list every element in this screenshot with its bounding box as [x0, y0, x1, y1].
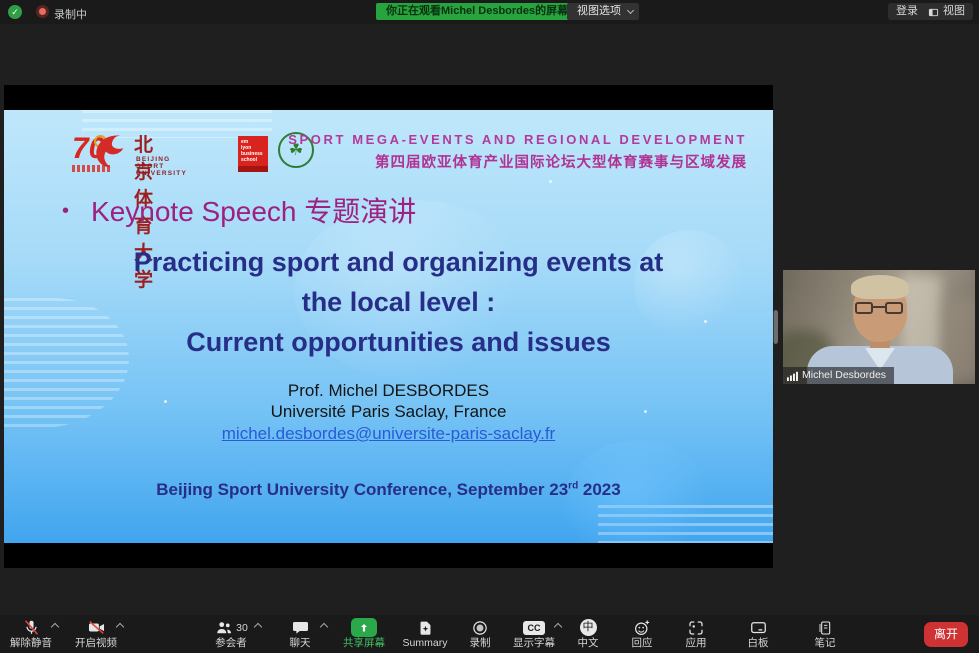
notes-icon [817, 619, 833, 637]
video-options-chevron[interactable] [116, 623, 124, 631]
chat-options-chevron[interactable] [320, 623, 328, 631]
participants-button[interactable]: 30 参会者 [200, 618, 262, 652]
participant-name: Michel Desbordes [802, 367, 886, 384]
presenter-block: Prof. Michel DESBORDES Université Paris … [4, 380, 773, 445]
view-options-label: 视图选项 [577, 5, 621, 17]
participant-count: 30 [236, 622, 248, 634]
reactions-button[interactable]: 回应 [614, 618, 670, 652]
presenter-affiliation: Université Paris Saclay, France [4, 401, 773, 422]
presenter-name: Prof. Michel DESBORDES [4, 380, 773, 401]
conference-title-en: SPORT MEGA-EVENTS AND REGIONAL DEVELOPME… [288, 132, 747, 147]
shared-screen-area: 70 北京体育大学 BEIJING SPORT UNIVERSITY em ly… [4, 85, 773, 568]
reaction-smiley-icon [633, 619, 651, 637]
login-button[interactable]: 登录 [888, 3, 926, 20]
view-button-label: 视图 [943, 5, 965, 17]
participants-options-chevron[interactable] [254, 623, 262, 631]
microphone-muted-icon [22, 618, 41, 637]
record-icon [471, 619, 489, 637]
unmute-button[interactable]: 解除静音 [3, 618, 59, 652]
notes-button[interactable]: 笔记 [797, 618, 853, 652]
top-bar: ✓ 录制中 你正在观看Michel Desbordes的屏幕 视图选项 登录 视… [0, 0, 979, 24]
watching-banner: 你正在观看Michel Desbordes的屏幕 [376, 3, 578, 20]
bsu-english-name: BEIJING SPORT UNIVERSITY [136, 156, 187, 177]
summary-doc-icon [417, 619, 434, 637]
apps-button[interactable]: 应用 [668, 618, 724, 652]
slide-footer: Beijing Sport University Conference, Sep… [4, 480, 773, 500]
bullet-icon: • [62, 200, 69, 223]
whiteboard-button[interactable]: 白板 [730, 618, 786, 652]
keynote-heading: • Keynote Speech 专题演讲 [62, 190, 416, 230]
speaker-video-tile[interactable]: Michel Desbordes [783, 270, 975, 384]
chevron-down-icon [627, 7, 634, 14]
meeting-toolbar: 解除静音 开启视频 30 参会者 [0, 615, 979, 653]
bsu-swirl-logo [90, 130, 128, 170]
camera-off-icon [86, 618, 107, 637]
presenter-email-link[interactable]: michel.desbordes@universite-paris-saclay… [4, 422, 773, 445]
conference-title-cn: 第四届欧亚体育产业国际论坛大型体育赛事与区域发展 [288, 151, 747, 172]
start-video-button[interactable]: 开启视频 [68, 618, 124, 652]
whiteboard-icon [749, 619, 768, 637]
layout-view-icon [928, 7, 939, 18]
view-button[interactable]: 视图 [923, 3, 973, 20]
apps-icon [687, 619, 705, 637]
presentation-slide: 70 北京体育大学 BEIJING SPORT UNIVERSITY em ly… [4, 110, 773, 543]
chat-button[interactable]: 聊天 [272, 618, 328, 652]
chat-bubble-icon [291, 619, 310, 637]
record-button[interactable]: 录制 [452, 618, 508, 652]
recording-indicator-icon [36, 5, 49, 18]
leave-meeting-button[interactable]: 离开 [924, 622, 968, 647]
view-options-dropdown[interactable]: 视图选项 [567, 3, 639, 20]
summary-button[interactable]: Summary [397, 618, 453, 652]
emlyon-logo: em lyon business school [238, 136, 268, 170]
share-screen-button[interactable]: 共享屏幕 [336, 618, 392, 652]
panel-resize-handle[interactable] [773, 310, 778, 344]
language-button[interactable]: 中 中文 [560, 618, 616, 652]
share-screen-icon [351, 618, 377, 637]
recording-label: 录制中 [54, 6, 87, 22]
conference-title-block: SPORT MEGA-EVENTS AND REGIONAL DEVELOPME… [288, 132, 747, 172]
cc-icon: CC [523, 621, 545, 635]
security-shield-icon[interactable]: ✓ [8, 5, 22, 19]
participants-icon [214, 619, 234, 637]
glasses [855, 302, 873, 314]
mic-options-chevron[interactable] [51, 623, 59, 631]
participant-name-tag: Michel Desbordes [783, 367, 894, 384]
keynote-label: Keynote Speech 专题演讲 [91, 196, 416, 227]
captions-button[interactable]: CC 显示字幕 [506, 618, 562, 652]
chinese-language-icon: 中 [580, 619, 597, 636]
audio-level-icon [787, 370, 798, 381]
slide-title: Practicing sport and organizing events a… [34, 242, 763, 362]
